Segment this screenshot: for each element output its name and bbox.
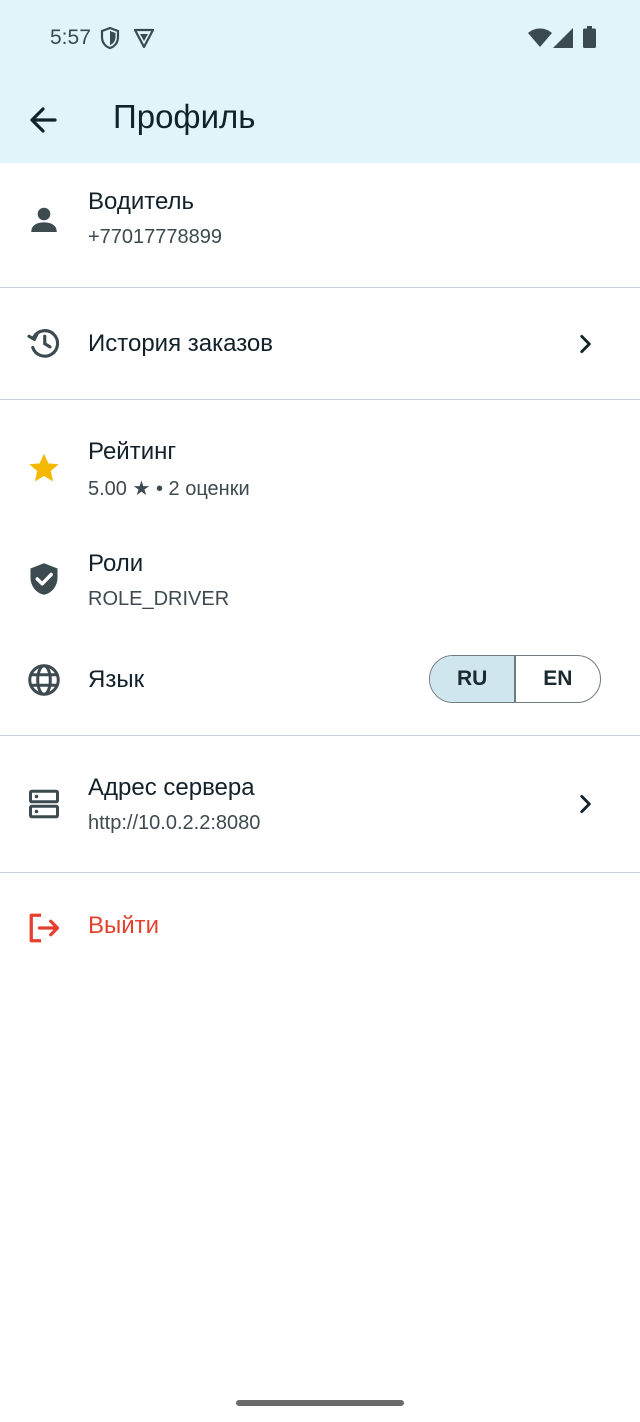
order-history-row[interactable]: История заказов (0, 288, 640, 399)
roles-title: Роли (88, 550, 144, 577)
star-icon (29, 453, 59, 482)
shield-status-icon (100, 26, 120, 50)
roles-row: Роли ROLE_DRIVER (0, 518, 640, 636)
rating-value: 5.00 ★ • 2 оценки (88, 478, 250, 500)
server-address-row[interactable]: Адрес сервера http://10.0.2.2:8080 (0, 736, 640, 872)
language-title: Язык (88, 666, 145, 693)
language-option-en[interactable]: EN (516, 656, 600, 702)
profile-phone: +77017778899 (88, 226, 223, 248)
verified-shield-icon (30, 563, 58, 595)
server-address-title: Адрес сервера (88, 774, 255, 801)
server-address-value: http://10.0.2.2:8080 (88, 812, 261, 834)
order-history-label: История заказов (88, 330, 274, 357)
back-arrow-icon[interactable] (24, 100, 64, 140)
wifi-icon (528, 28, 552, 47)
chevron-right-icon (580, 335, 591, 353)
language-option-ru[interactable]: RU (430, 656, 515, 702)
vpn-status-icon (133, 28, 155, 49)
cellular-signal-icon (553, 28, 573, 48)
profile-name: Водитель (88, 188, 195, 215)
server-icon (29, 789, 59, 819)
page-title: Профиль (113, 98, 256, 135)
profile-row: Водитель +77017778899 (0, 163, 640, 287)
home-indicator[interactable] (236, 1400, 404, 1406)
logout-label[interactable]: Выйти (88, 912, 159, 940)
language-toggle: RU EN (429, 655, 601, 703)
person-icon (31, 207, 57, 232)
rating-title: Рейтинг (88, 438, 177, 465)
logout-icon (29, 913, 60, 943)
roles-value: ROLE_DRIVER (88, 588, 230, 610)
rating-row: Рейтинг 5.00 ★ • 2 оценки (0, 400, 640, 518)
app-bar: 5:57 Профиль (0, 0, 640, 163)
status-time: 5:57 (50, 26, 91, 49)
globe-icon (28, 664, 60, 696)
chevron-right-icon (580, 795, 591, 813)
history-icon (27, 329, 60, 358)
battery-icon (583, 26, 596, 48)
